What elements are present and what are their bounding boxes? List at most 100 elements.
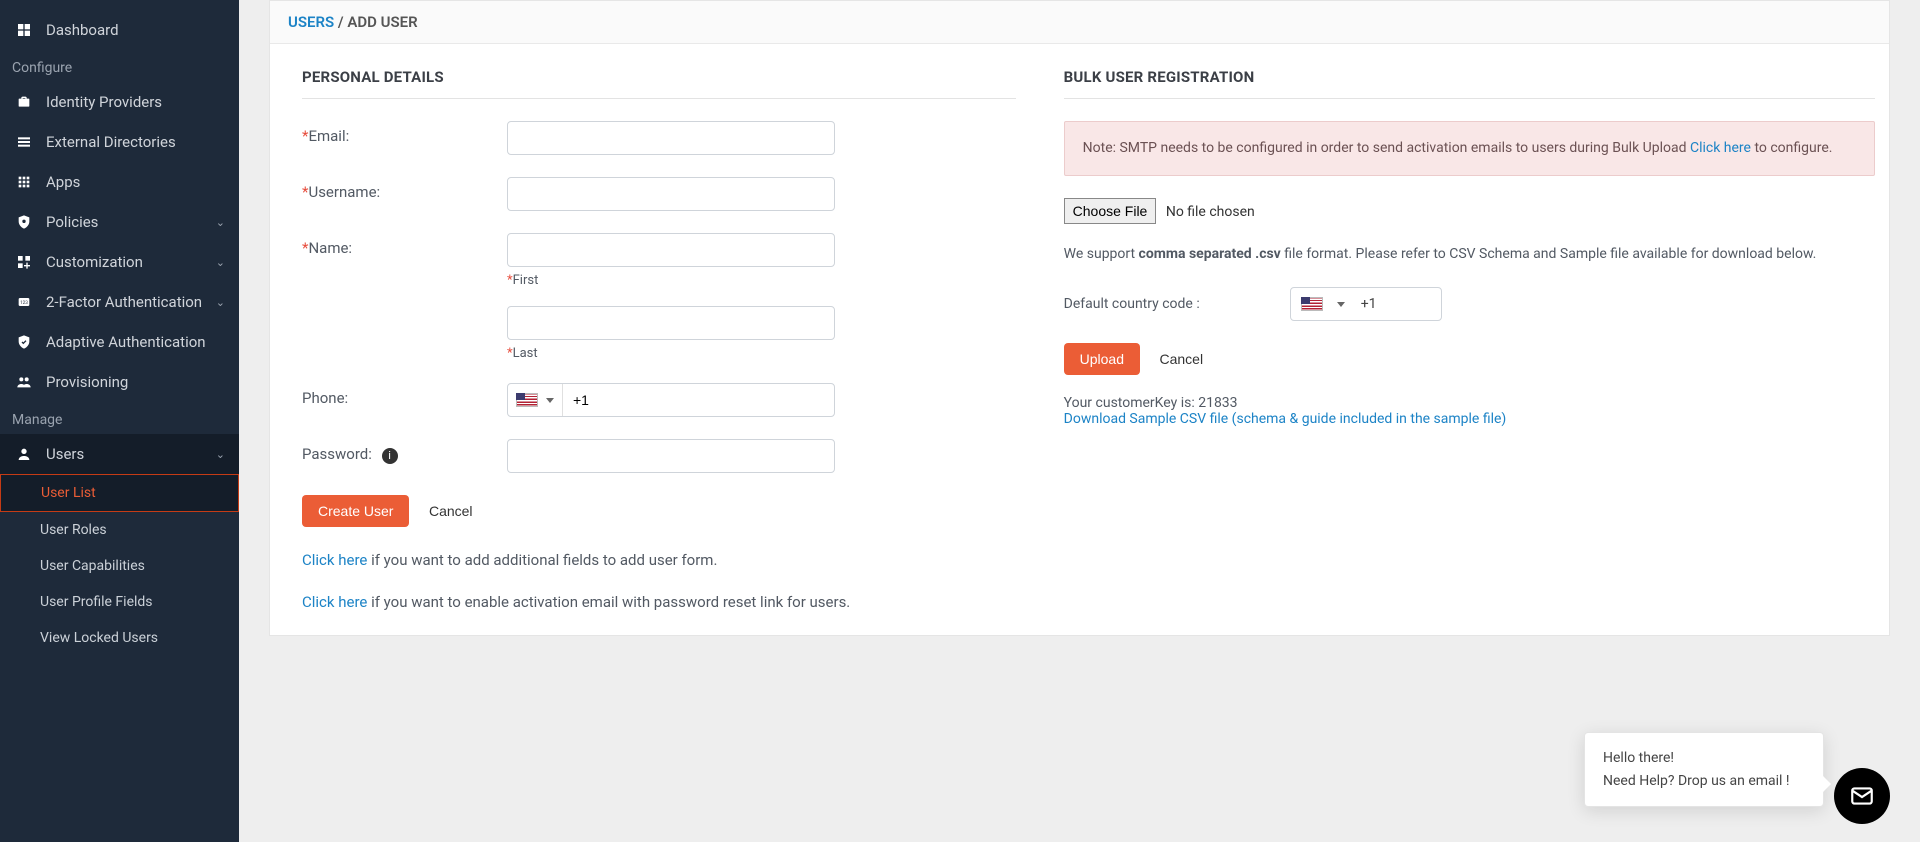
caret-down-icon <box>1337 302 1345 307</box>
hint2-text: if you want to enable activation email w… <box>367 593 850 611</box>
sidebar-section-configure: Configure <box>0 50 239 82</box>
mail-icon <box>1849 783 1875 809</box>
sidebar-subitem-view-locked-users[interactable]: View Locked Users <box>0 620 239 656</box>
input-password[interactable] <box>507 439 835 473</box>
chevron-down-icon: ⌄ <box>216 448 225 461</box>
sidebar-item-label: Policies <box>46 213 98 231</box>
input-phone[interactable] <box>563 384 834 416</box>
shield-check-icon <box>14 332 34 352</box>
sidebar-item-label: Users <box>46 445 84 463</box>
support-suffix: file format. Please refer to CSV Schema … <box>1281 246 1817 262</box>
dashboard-icon <box>14 20 34 40</box>
sidebar-subitem-user-roles[interactable]: User Roles <box>0 512 239 548</box>
main-content: USERS / ADD USER PERSONAL DETAILS *Email… <box>239 0 1920 842</box>
input-phone-container <box>507 383 835 417</box>
support-prefix: We support <box>1064 246 1139 262</box>
chevron-down-icon: ⌄ <box>216 296 225 309</box>
chat-arrow-icon <box>1823 776 1831 792</box>
sidebar-subitem-user-list[interactable]: User List <box>0 474 239 512</box>
sidebar-item-label: Provisioning <box>46 373 128 391</box>
alert-suffix: to configure. <box>1751 140 1832 156</box>
label-username: *Username: <box>302 177 507 201</box>
sidebar-item-two-factor[interactable]: 123 2-Factor Authentication ⌄ <box>0 282 239 322</box>
sublabel-first: *First <box>507 273 1016 288</box>
customize-icon <box>14 252 34 272</box>
content-panel: USERS / ADD USER PERSONAL DETAILS *Email… <box>269 0 1890 636</box>
hint-additional-fields: Click here if you want to add additional… <box>302 551 1016 569</box>
choose-file-button[interactable]: Choose File <box>1064 198 1157 224</box>
sidebar-subitem-user-profile-fields[interactable]: User Profile Fields <box>0 584 239 620</box>
upload-button[interactable]: Upload <box>1064 343 1140 375</box>
us-flag-icon <box>1301 297 1323 311</box>
input-username[interactable] <box>507 177 835 211</box>
chevron-down-icon: ⌄ <box>216 216 225 229</box>
alert-prefix: Note: SMTP needs to be configured in ord… <box>1083 140 1690 156</box>
alert-link[interactable]: Click here <box>1690 140 1751 156</box>
csv-support-note: We support comma separated .csv file for… <box>1064 244 1875 265</box>
input-last-name[interactable] <box>507 306 835 340</box>
sidebar-subitem-user-capabilities[interactable]: User Capabilities <box>0 548 239 584</box>
user-icon <box>14 444 34 464</box>
us-flag-icon <box>516 393 538 407</box>
smtp-alert: Note: SMTP needs to be configured in ord… <box>1064 121 1875 176</box>
download-sample-link[interactable]: Download Sample CSV file (schema & guide… <box>1064 411 1507 427</box>
label-phone: Phone: <box>302 383 507 407</box>
customer-key-label: Your customerKey is: <box>1064 395 1199 411</box>
sidebar-item-dashboard[interactable]: Dashboard <box>0 10 239 50</box>
hint2-link[interactable]: Click here <box>302 593 367 611</box>
cancel-button-left[interactable]: Cancel <box>413 495 489 527</box>
customer-key-line: Your customerKey is: 21833 <box>1064 395 1875 411</box>
bulk-registration-section: BULK USER REGISTRATION Note: SMTP needs … <box>1064 68 1875 611</box>
hint1-link[interactable]: Click here <box>302 551 367 569</box>
sidebar-item-identity-providers[interactable]: Identity Providers <box>0 82 239 122</box>
row-password: Password: i <box>302 439 1016 473</box>
divider <box>302 98 1016 99</box>
input-first-name[interactable] <box>507 233 835 267</box>
sidebar-item-customization[interactable]: Customization ⌄ <box>0 242 239 282</box>
file-status-text: No file chosen <box>1166 204 1255 220</box>
sidebar: Dashboard Configure Identity Providers E… <box>0 0 239 842</box>
label-password: Password: i <box>302 439 507 464</box>
svg-text:123: 123 <box>20 300 28 306</box>
label-default-country: Default country code : <box>1064 296 1200 312</box>
sidebar-item-label: Dashboard <box>46 21 119 39</box>
sidebar-item-users[interactable]: Users ⌄ <box>0 434 239 474</box>
apps-icon <box>14 172 34 192</box>
cancel-button-right[interactable]: Cancel <box>1144 343 1220 375</box>
sidebar-item-external-directories[interactable]: External Directories <box>0 122 239 162</box>
support-strong: comma separated .csv <box>1139 246 1281 262</box>
breadcrumb: USERS / ADD USER <box>270 1 1889 44</box>
country-code-row: Default country code : +1 <box>1064 287 1875 321</box>
sidebar-item-adaptive[interactable]: Adaptive Authentication <box>0 322 239 362</box>
sidebar-item-label: External Directories <box>46 133 176 151</box>
section-title-personal: PERSONAL DETAILS <box>302 68 1016 86</box>
row-username: *Username: <box>302 177 1016 211</box>
list-icon <box>14 132 34 152</box>
breadcrumb-current: ADD USER <box>347 13 417 31</box>
label-email: *Email: <box>302 121 507 145</box>
section-title-bulk: BULK USER REGISTRATION <box>1064 68 1875 86</box>
sidebar-item-label: Apps <box>46 173 80 191</box>
sidebar-item-apps[interactable]: Apps <box>0 162 239 202</box>
row-email: *Email: <box>302 121 1016 155</box>
sublabel-last: *Last <box>507 346 1016 361</box>
sidebar-item-policies[interactable]: Policies ⌄ <box>0 202 239 242</box>
info-icon[interactable]: i <box>382 448 398 464</box>
caret-down-icon <box>546 398 554 403</box>
breadcrumb-sep: / <box>334 13 347 31</box>
create-user-button[interactable]: Create User <box>302 495 409 527</box>
breadcrumb-users-link[interactable]: USERS <box>288 13 334 31</box>
chat-bubble: Hello there! Need Help? Drop us an email… <box>1584 732 1824 807</box>
input-email[interactable] <box>507 121 835 155</box>
chat-launcher-button[interactable] <box>1834 768 1890 824</box>
country-code-selector[interactable]: +1 <box>1290 287 1442 321</box>
phone-country-selector[interactable] <box>508 384 563 416</box>
sidebar-item-label: Adaptive Authentication <box>46 333 206 351</box>
file-row: Choose File No file chosen <box>1064 198 1875 224</box>
row-phone: Phone: <box>302 383 1016 417</box>
people-icon <box>14 372 34 392</box>
hint-activation-email: Click here if you want to enable activat… <box>302 593 1016 611</box>
sidebar-section-manage: Manage <box>0 402 239 434</box>
chat-line2: Need Help? Drop us an email ! <box>1603 770 1805 792</box>
sidebar-item-provisioning[interactable]: Provisioning <box>0 362 239 402</box>
